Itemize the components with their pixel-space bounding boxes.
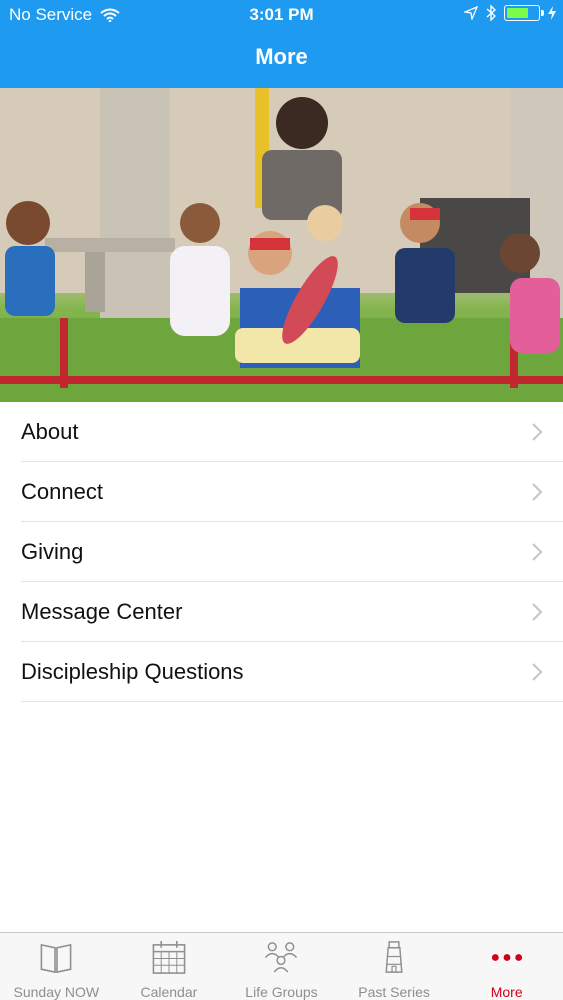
menu-item-message-center[interactable]: Message Center <box>0 582 563 642</box>
tab-label: Life Groups <box>245 984 318 1000</box>
status-indicators <box>464 5 556 21</box>
tab-past-series[interactable]: Past Series <box>338 933 451 1000</box>
menu-item-label: About <box>21 419 79 444</box>
tab-life-groups[interactable]: Life Groups <box>225 933 338 1000</box>
menu-item-label: Giving <box>21 539 84 564</box>
chevron-right-icon <box>532 603 543 621</box>
tab-label: Calendar <box>140 984 198 1000</box>
menu-item-about[interactable]: About <box>0 402 563 462</box>
tab-label: More <box>490 984 523 1000</box>
status-bar: No Service 3:01 PM <box>0 0 563 30</box>
menu-item-label: Connect <box>21 479 103 504</box>
tab-calendar[interactable]: Calendar <box>113 933 226 1000</box>
battery-icon <box>504 5 544 21</box>
chevron-right-icon <box>532 423 543 441</box>
menu-item-connect[interactable]: Connect <box>0 462 563 522</box>
menu-item-discipleship-questions[interactable]: Discipleship Questions <box>0 642 563 702</box>
menu-item-label: Discipleship Questions <box>21 659 244 684</box>
tab-more[interactable]: More <box>450 933 563 1000</box>
tab-sunday-now[interactable]: Sunday NOW <box>0 933 113 1000</box>
calendar-icon <box>152 940 186 974</box>
bluetooth-icon <box>486 5 496 21</box>
chevron-right-icon <box>532 483 543 501</box>
more-dots-icon <box>491 954 522 961</box>
more-menu-list: About Connect Giving Message Center Disc… <box>0 402 563 702</box>
top-bar: No Service 3:01 PM More <box>0 0 563 88</box>
people-icon <box>265 942 298 973</box>
chevron-right-icon <box>532 663 543 681</box>
tab-bar: Sunday NOW Calendar Life Groups Past Ser… <box>0 932 563 1000</box>
tab-label: Past Series <box>358 984 430 1000</box>
location-arrow-icon <box>464 6 478 20</box>
menu-item-label: Message Center <box>21 599 183 624</box>
book-icon <box>40 943 72 974</box>
hero-photo <box>0 88 563 402</box>
chevron-right-icon <box>532 543 543 561</box>
tab-label: Sunday NOW <box>13 984 100 1000</box>
menu-item-giving[interactable]: Giving <box>0 522 563 582</box>
charging-bolt-icon <box>548 6 556 20</box>
page-title: More <box>255 44 308 69</box>
lighthouse-icon <box>385 941 403 973</box>
